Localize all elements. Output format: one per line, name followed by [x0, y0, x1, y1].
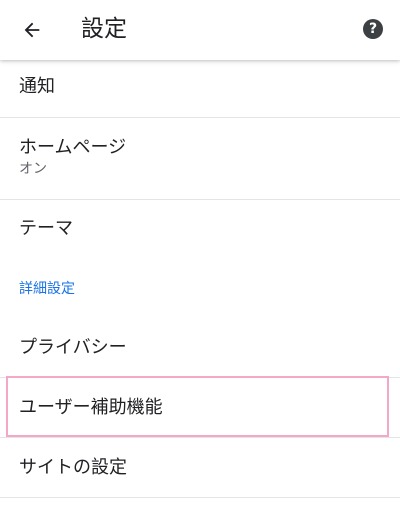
help-button[interactable]: ?	[360, 16, 386, 42]
settings-item-label: テーマ	[19, 218, 73, 239]
arrow-left-icon	[24, 22, 40, 38]
settings-item-site-settings[interactable]: サイトの設定	[0, 438, 400, 498]
settings-item-label: ホームページ	[19, 137, 127, 158]
page-title: 設定	[81, 16, 127, 42]
settings-item-label: 通知	[19, 76, 55, 97]
settings-item-accessibility[interactable]: ユーザー補助機能	[0, 378, 400, 438]
settings-item-homepage[interactable]: ホームページ オン	[0, 118, 400, 200]
settings-item-label: プライバシー	[19, 337, 127, 358]
back-button[interactable]	[12, 10, 52, 50]
settings-item-theme[interactable]: テーマ	[0, 200, 400, 258]
settings-item-sublabel: オン	[19, 161, 47, 177]
app-bar: 設定 ?	[0, 0, 400, 60]
settings-item-privacy[interactable]: プライバシー	[0, 318, 400, 378]
settings-item-notifications[interactable]: 通知	[0, 60, 400, 118]
section-header-advanced: 詳細設定	[19, 281, 75, 297]
settings-screen: 設定 ? 通知 ホームページ オン テーマ 詳細設定 プライバシー ユーザー補助…	[0, 0, 400, 505]
settings-item-label: サイトの設定	[19, 457, 127, 478]
settings-item-label: ユーザー補助機能	[19, 397, 163, 418]
help-circle-icon: ?	[363, 19, 383, 39]
